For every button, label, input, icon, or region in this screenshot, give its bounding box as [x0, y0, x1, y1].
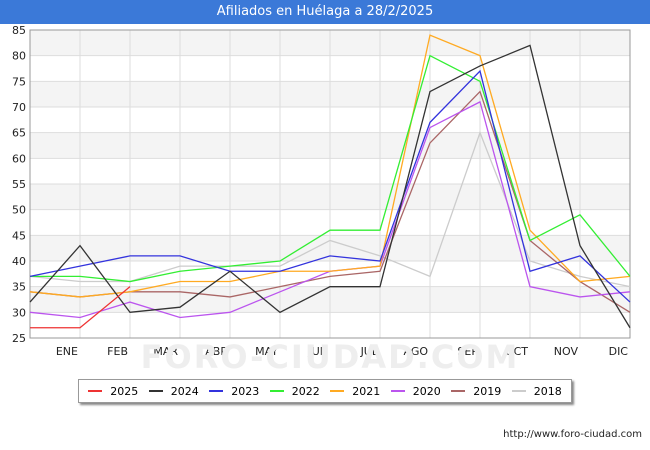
- legend-item-2020: 2020: [390, 384, 441, 398]
- y-tick-label: 30: [12, 306, 26, 319]
- legend-swatch: [88, 390, 103, 392]
- legend-label: 2019: [473, 384, 502, 398]
- y-tick-label: 65: [12, 127, 26, 140]
- legend-swatch: [330, 390, 345, 392]
- y-tick-label: 45: [12, 229, 26, 242]
- y-tick-label: 60: [12, 152, 26, 165]
- legend: 2025 2024 2023 2022 2021 2020 2019 2018: [78, 379, 572, 403]
- y-tick-label: 35: [12, 281, 26, 294]
- legend-swatch: [390, 390, 405, 392]
- y-tick-label: 25: [12, 332, 26, 345]
- x-tick-label: FEB: [107, 345, 128, 358]
- legend-swatch: [269, 390, 284, 392]
- legend-label: 2023: [231, 384, 260, 398]
- legend-item-2018: 2018: [511, 384, 562, 398]
- x-tick-label: NOV: [554, 345, 579, 358]
- source-label: http://www.foro-ciudad.com: [503, 429, 642, 440]
- legend-label: 2025: [110, 384, 139, 398]
- legend-item-2019: 2019: [451, 385, 501, 398]
- legend-swatch: [209, 390, 224, 392]
- legend-label: 2024: [170, 384, 199, 398]
- x-tick-label: ENE: [56, 345, 78, 358]
- legend-swatch: [451, 390, 466, 392]
- legend-swatch: [511, 390, 526, 392]
- y-tick-label: 40: [12, 255, 26, 268]
- legend-item-2023: 2023: [209, 385, 259, 398]
- y-tick-label: 55: [12, 178, 26, 191]
- watermark: FORO-CIUDAD.COM: [141, 338, 520, 376]
- legend-item-2021: 2021: [330, 385, 380, 398]
- legend-swatch: [148, 390, 163, 392]
- y-tick-label: 50: [12, 204, 26, 217]
- legend-label: 2021: [352, 384, 381, 398]
- y-tick-label: 80: [12, 50, 26, 63]
- legend-item-2024: 2024: [148, 384, 199, 398]
- legend-label: 2018: [533, 384, 562, 398]
- y-tick-label: 85: [12, 24, 26, 37]
- x-tick-label: DIC: [609, 345, 629, 358]
- y-tick-label: 70: [12, 101, 26, 114]
- legend-item-2025: 2025: [88, 385, 138, 398]
- y-tick-label: 75: [12, 75, 26, 88]
- legend-item-2022: 2022: [269, 384, 320, 398]
- legend-label: 2022: [291, 384, 320, 398]
- legend-label: 2020: [412, 384, 441, 398]
